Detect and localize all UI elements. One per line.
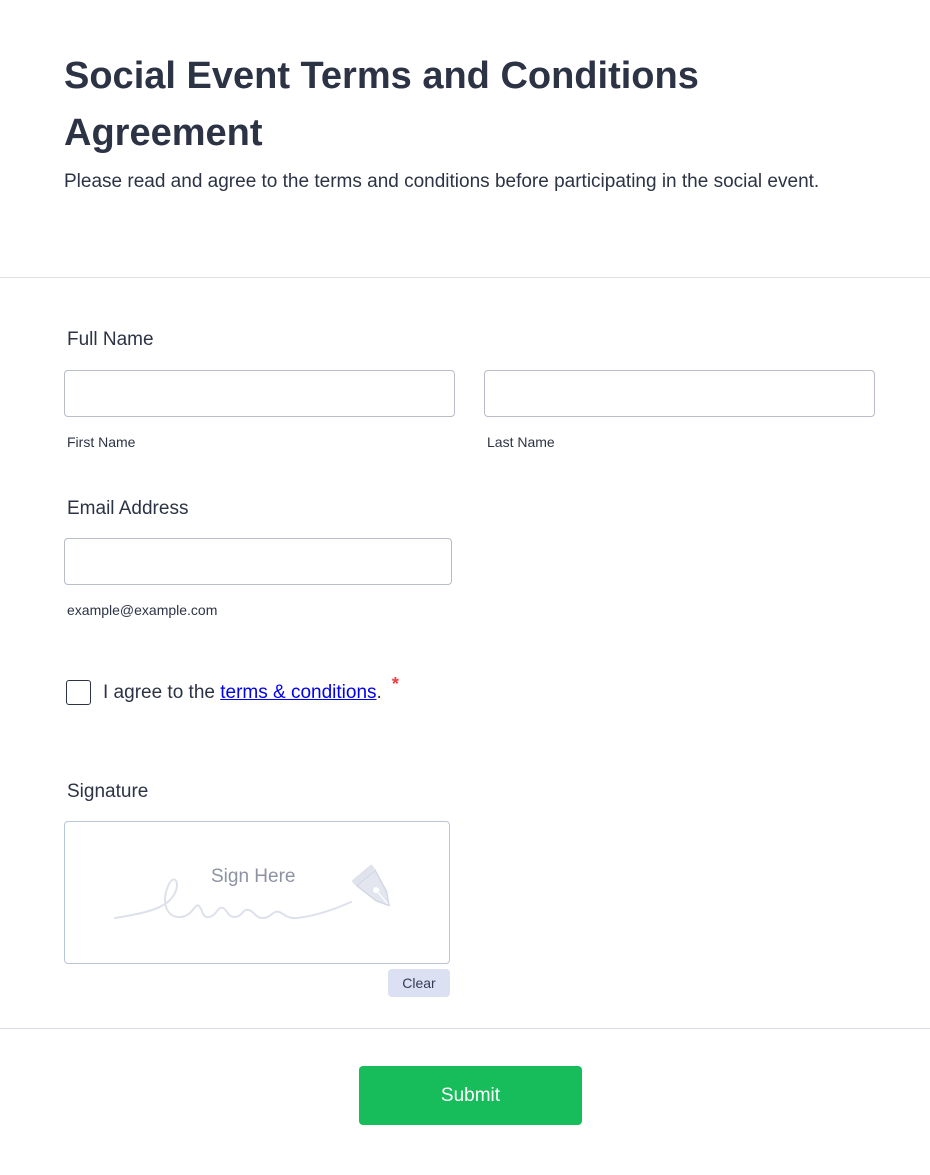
first-name-input[interactable]: [64, 370, 455, 417]
email-label: Email Address: [67, 498, 189, 519]
submit-button[interactable]: Submit: [359, 1066, 582, 1125]
header-divider: [0, 277, 930, 278]
full-name-label: Full Name: [67, 329, 154, 350]
form-subtitle: Please read and agree to the terms and c…: [64, 171, 820, 192]
terms-suffix: .: [376, 682, 382, 703]
first-name-sublabel: First Name: [67, 434, 136, 450]
terms-link[interactable]: terms & conditions: [220, 682, 376, 703]
pen-nib-icon: [351, 864, 390, 907]
terms-checkbox[interactable]: [66, 680, 91, 705]
signature-label: Signature: [67, 781, 149, 802]
last-name-input[interactable]: [484, 370, 875, 417]
required-asterisk: *: [391, 674, 399, 694]
terms-agreement-text: I agree to the terms & conditions. *: [103, 674, 399, 705]
last-name-sublabel: Last Name: [487, 434, 555, 450]
footer-divider: [0, 1028, 930, 1029]
form-page: Social Event Terms and Conditions Agreem…: [0, 0, 930, 1175]
email-sublabel: example@example.com: [67, 602, 218, 618]
form-header: Social Event Terms and Conditions Agreem…: [64, 48, 864, 197]
clear-signature-button[interactable]: Clear: [388, 969, 450, 997]
signature-placeholder: Sign Here: [211, 866, 296, 887]
email-input[interactable]: [64, 538, 452, 585]
signature-pad[interactable]: Sign Here: [64, 821, 450, 964]
form-title: Social Event Terms and Conditions Agreem…: [64, 55, 699, 154]
terms-prefix: I agree to the: [103, 682, 221, 703]
